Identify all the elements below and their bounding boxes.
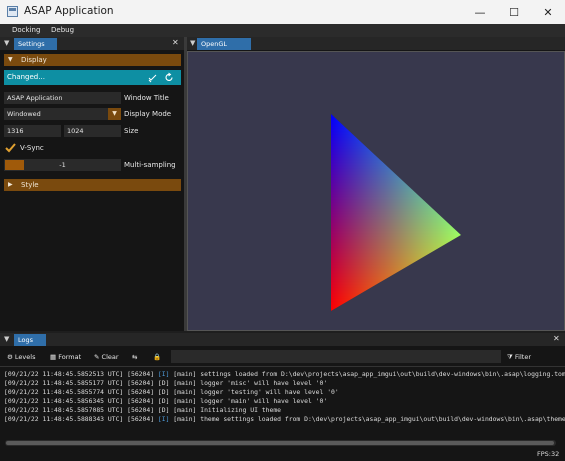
scroll-lock-button[interactable]: 🔒: [153, 353, 161, 361]
log-line: [09/21/22 11:48:45.5855177 UTC] [56204] …: [4, 379, 328, 387]
height-input[interactable]: 1024: [64, 125, 121, 137]
maximize-button[interactable]: ☐: [497, 0, 531, 24]
style-header-label: Style: [21, 181, 39, 189]
panel-menu-icon[interactable]: ▼: [4, 39, 12, 48]
dropdown-arrow-icon[interactable]: ▼: [108, 108, 121, 120]
collapse-arrow-icon: ▼: [8, 56, 13, 63]
apply-icon[interactable]: [148, 70, 157, 85]
logs-tab-bar: ▼ Logs ✕: [0, 333, 565, 346]
logs-close-icon[interactable]: ✕: [553, 334, 560, 343]
tab-logs[interactable]: Logs: [14, 334, 46, 346]
logs-menu-icon[interactable]: ▼: [4, 335, 9, 343]
log-list[interactable]: [09/21/22 11:48:45.5852513 UTC] [56204] …: [0, 368, 565, 428]
window-title-label: Window Title: [124, 94, 169, 102]
fps-counter: FPS:32: [537, 450, 560, 458]
display-mode-select[interactable]: Windowed: [4, 108, 108, 120]
toolbar-divider: [0, 366, 565, 367]
menu-debug[interactable]: Debug: [51, 26, 74, 34]
format-label: Format: [58, 353, 82, 361]
multisampling-slider[interactable]: -1: [4, 159, 121, 171]
title-bar: ASAP Application — ☐ ✕: [0, 0, 565, 24]
wrap-button[interactable]: ⇆: [132, 353, 137, 361]
log-line: [09/21/22 11:48:45.5888343 UTC] [56204] …: [4, 415, 565, 423]
scrollbar-thumb[interactable]: [6, 441, 554, 445]
minimize-button[interactable]: —: [463, 0, 497, 24]
tab-settings[interactable]: Settings: [14, 38, 57, 50]
log-line: [09/21/22 11:48:45.5856345 UTC] [56204] …: [4, 397, 328, 405]
display-section-header[interactable]: ▼ Display: [4, 54, 181, 66]
width-input[interactable]: 1316: [4, 125, 61, 137]
vsync-label: V-Sync: [20, 144, 44, 152]
close-button[interactable]: ✕: [531, 0, 565, 24]
levels-label: Levels: [14, 353, 36, 361]
size-label: Size: [124, 127, 139, 135]
window-title-input[interactable]: ASAP Application: [4, 92, 121, 104]
settings-tab-bar: ▼ Settings ✕: [0, 37, 184, 50]
wrap-icon: ⇆: [132, 353, 138, 361]
window-title: ASAP Application: [24, 5, 114, 17]
filter-icon: ⧩: [507, 353, 513, 361]
multisampling-label: Multi-sampling: [124, 161, 176, 169]
vsync-checkbox[interactable]: [4, 141, 17, 154]
clear-label: Clear: [101, 353, 119, 361]
style-section-header[interactable]: ▶ Style: [4, 179, 181, 191]
opengl-viewport[interactable]: [187, 51, 565, 331]
clear-button[interactable]: ✎ Clear: [94, 353, 119, 361]
filter-button[interactable]: ⧩ Filter: [507, 353, 531, 362]
reset-icon[interactable]: [165, 70, 174, 85]
expand-arrow-icon: ▶: [8, 181, 13, 188]
display-mode-label: Display Mode: [124, 110, 172, 118]
gear-icon: ⚙: [7, 353, 13, 361]
display-header-label: Display: [21, 56, 47, 64]
log-line: [09/21/22 11:48:45.5852513 UTC] [56204] …: [4, 370, 565, 378]
settings-panel: ▼ Settings ✕ ▼ Display Changed... ASAP A…: [0, 37, 184, 331]
changed-label: Changed...: [7, 73, 45, 81]
menu-docking[interactable]: Docking: [12, 26, 40, 34]
horizontal-scrollbar[interactable]: [5, 440, 556, 446]
filter-input[interactable]: [171, 350, 501, 363]
settings-close-icon[interactable]: ✕: [172, 38, 179, 47]
app-icon: [7, 6, 18, 17]
filter-label: Filter: [514, 353, 531, 361]
eraser-icon: ✎: [94, 353, 100, 361]
tab-opengl-render[interactable]: OpenGL Render: [197, 38, 251, 60]
rgb-triangle: [331, 114, 461, 311]
changed-bar: Changed...: [4, 70, 181, 85]
multisampling-value: -1: [59, 161, 66, 169]
format-button[interactable]: ▦ Format: [50, 353, 81, 361]
menu-bar: Docking Debug: [0, 24, 565, 37]
log-line: [09/21/22 11:48:45.5855774 UTC] [56204] …: [4, 388, 339, 396]
render-tab-bar: ▼ OpenGL Render: [187, 37, 565, 60]
levels-button[interactable]: ⚙ Levels: [7, 353, 35, 361]
lock-icon: 🔒: [153, 353, 162, 361]
checkmark-icon: [5, 143, 16, 153]
log-line: [09/21/22 11:48:45.5857085 UTC] [56204] …: [4, 406, 282, 414]
format-icon: ▦: [50, 353, 57, 361]
render-menu-icon[interactable]: ▼: [190, 39, 195, 47]
logs-toolbar: ⚙ Levels ▦ Format ✎ Clear ⇆ 🔒 ⧩ Filter: [0, 349, 565, 364]
logs-panel: ▼ Logs ✕ ⚙ Levels ▦ Format ✎ Clear ⇆ 🔒 ⧩…: [0, 333, 565, 461]
